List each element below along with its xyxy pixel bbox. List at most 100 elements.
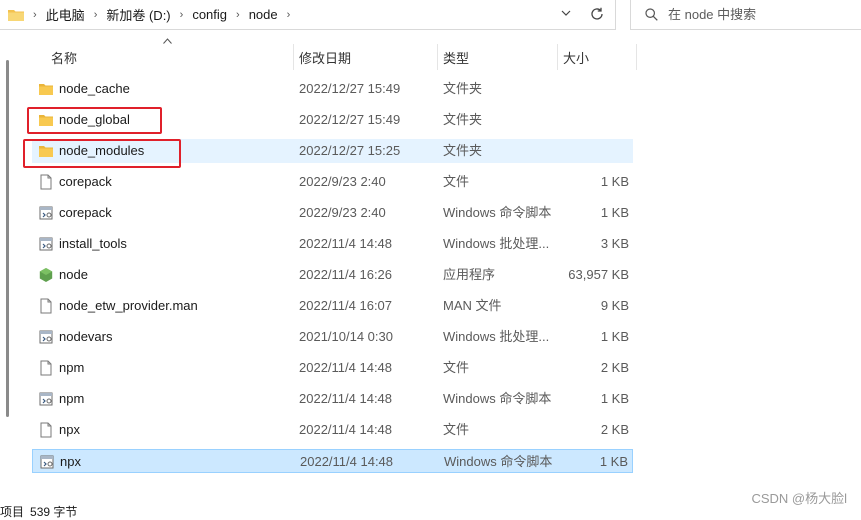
script-icon (39, 206, 53, 220)
status-item-count: 项目 (0, 505, 25, 519)
file-row[interactable]: corepack 2022/9/23 2:40 Windows 命令脚本 1 KB (32, 201, 633, 225)
file-date: 2022/12/27 15:49 (299, 112, 401, 127)
file-name: corepack (59, 174, 112, 189)
sort-up-icon (163, 38, 172, 44)
file-type: Windows 命令脚本 (444, 454, 553, 469)
chevron-right-icon[interactable]: › (180, 9, 184, 21)
file-row[interactable]: corepack 2022/9/23 2:40 文件 1 KB (32, 170, 633, 194)
file-type: 文件 (443, 360, 470, 375)
file-size: 9 KB (600, 298, 629, 313)
file-date: 2022/11/4 16:07 (299, 298, 393, 313)
column-header-date[interactable]: 修改日期 (299, 44, 351, 70)
highlight-box-node-global (27, 107, 162, 134)
file-size: 63,957 KB (568, 267, 629, 282)
breadcrumb-drive-d[interactable]: 新加卷 (D:) (106, 5, 170, 24)
address-bar[interactable]: › 此电脑 › 新加卷 (D:) › config › node › (0, 0, 616, 30)
file-size: 3 KB (600, 236, 629, 251)
file-icon (40, 298, 52, 314)
file-name: npx (60, 454, 81, 469)
breadcrumb-config[interactable]: config (192, 7, 227, 22)
chevron-right-icon[interactable]: › (236, 9, 240, 21)
script-icon (39, 392, 53, 406)
file-size: 1 KB (600, 174, 629, 189)
breadcrumb-this-pc[interactable]: 此电脑 (46, 5, 85, 24)
script-icon (40, 455, 54, 469)
refresh-icon[interactable] (589, 6, 605, 22)
node-app-icon (39, 268, 53, 282)
file-date: 2022/11/4 14:48 (299, 236, 393, 251)
file-row[interactable]: npx 2022/11/4 14:48 Windows 命令脚本 1 KB (32, 449, 633, 473)
file-date: 2022/11/4 14:48 (299, 422, 393, 437)
file-row[interactable]: npm 2022/11/4 14:48 文件 2 KB (32, 356, 633, 380)
file-row[interactable]: node_etw_provider.man 2022/11/4 16:07 MAN … (32, 294, 633, 318)
file-row[interactable]: nodevars 2021/10/14 0:30 Windows 批处理... 1 K… (32, 325, 633, 349)
file-date: 2022/11/4 16:26 (299, 267, 393, 282)
file-name: corepack (59, 205, 112, 220)
file-name: install_tools (59, 236, 127, 251)
chevron-right-icon: › (33, 8, 37, 21)
column-header-size[interactable]: 大小 (563, 44, 589, 70)
file-size: 2 KB (600, 422, 629, 437)
column-divider[interactable] (293, 44, 294, 70)
column-divider[interactable] (636, 44, 637, 70)
highlight-box-node-modules (23, 139, 181, 168)
file-size: 2 KB (600, 360, 629, 375)
column-header-type[interactable]: 类型 (443, 44, 469, 70)
search-box[interactable] (630, 0, 861, 30)
file-type: 文件 (443, 174, 470, 189)
script-icon (39, 237, 53, 251)
file-row[interactable]: node_cache 2022/12/27 15:49 文件夹 (32, 77, 633, 101)
column-divider[interactable] (557, 44, 558, 70)
scrollbar[interactable] (6, 60, 9, 417)
file-date: 2022/12/27 15:49 (299, 81, 401, 96)
file-name: npm (59, 391, 85, 406)
column-divider[interactable] (437, 44, 438, 70)
file-icon (40, 360, 52, 376)
file-date: 2022/9/23 2:40 (299, 205, 386, 220)
search-icon (645, 8, 658, 21)
watermark: CSDN @杨大脸l (751, 491, 847, 506)
file-type: 文件夹 (443, 112, 483, 127)
file-row[interactable]: node 2022/11/4 16:26 应用程序 63,957 KB (32, 263, 633, 287)
file-size: 1 KB (600, 391, 629, 406)
file-date: 2022/11/4 14:48 (299, 391, 393, 406)
file-name: node_etw_provider.man (59, 298, 198, 313)
file-type: 应用程序 (443, 267, 496, 282)
file-name: npm (59, 360, 85, 375)
file-name: node_cache (59, 81, 130, 96)
file-icon (40, 422, 52, 438)
file-type: MAN 文件 (443, 298, 502, 313)
file-type: 文件夹 (443, 81, 483, 96)
chevron-right-icon[interactable]: › (287, 9, 291, 21)
file-date: 2022/12/27 15:25 (299, 143, 401, 158)
file-date: 2022/11/4 14:48 (300, 454, 394, 469)
chevron-down-icon[interactable] (561, 8, 571, 18)
folder-icon (8, 9, 24, 21)
file-type: Windows 批处理... (443, 329, 550, 344)
file-size: 1 KB (600, 205, 629, 220)
status-size: 539 字节 (30, 505, 78, 519)
file-name: npx (59, 422, 80, 437)
file-date: 2022/9/23 2:40 (299, 174, 386, 189)
chevron-right-icon[interactable]: › (94, 9, 98, 21)
file-date: 2021/10/14 0:30 (299, 329, 393, 344)
file-name: node (59, 267, 88, 282)
file-type: Windows 命令脚本 (443, 205, 552, 220)
file-icon (40, 174, 52, 190)
file-type: Windows 命令脚本 (443, 391, 552, 406)
file-size: 1 KB (599, 454, 628, 469)
file-row[interactable]: npm 2022/11/4 14:48 Windows 命令脚本 1 KB (32, 387, 633, 411)
file-row[interactable]: npx 2022/11/4 14:48 文件 2 KB (32, 418, 633, 442)
column-header-name[interactable]: 名称 (51, 44, 77, 70)
breadcrumb-node[interactable]: node (249, 7, 278, 22)
folder-icon (39, 84, 53, 95)
file-date: 2022/11/4 14:48 (299, 360, 393, 375)
file-size: 1 KB (600, 329, 629, 344)
script-icon (39, 330, 53, 344)
status-bar: 项目 539 字节 (0, 503, 83, 520)
file-type: 文件 (443, 422, 470, 437)
file-type: 文件夹 (443, 143, 483, 158)
search-input[interactable] (666, 6, 850, 23)
file-type: Windows 批处理... (443, 236, 550, 251)
file-row[interactable]: install_tools 2022/11/4 14:48 Windows 批处理.… (32, 232, 633, 256)
